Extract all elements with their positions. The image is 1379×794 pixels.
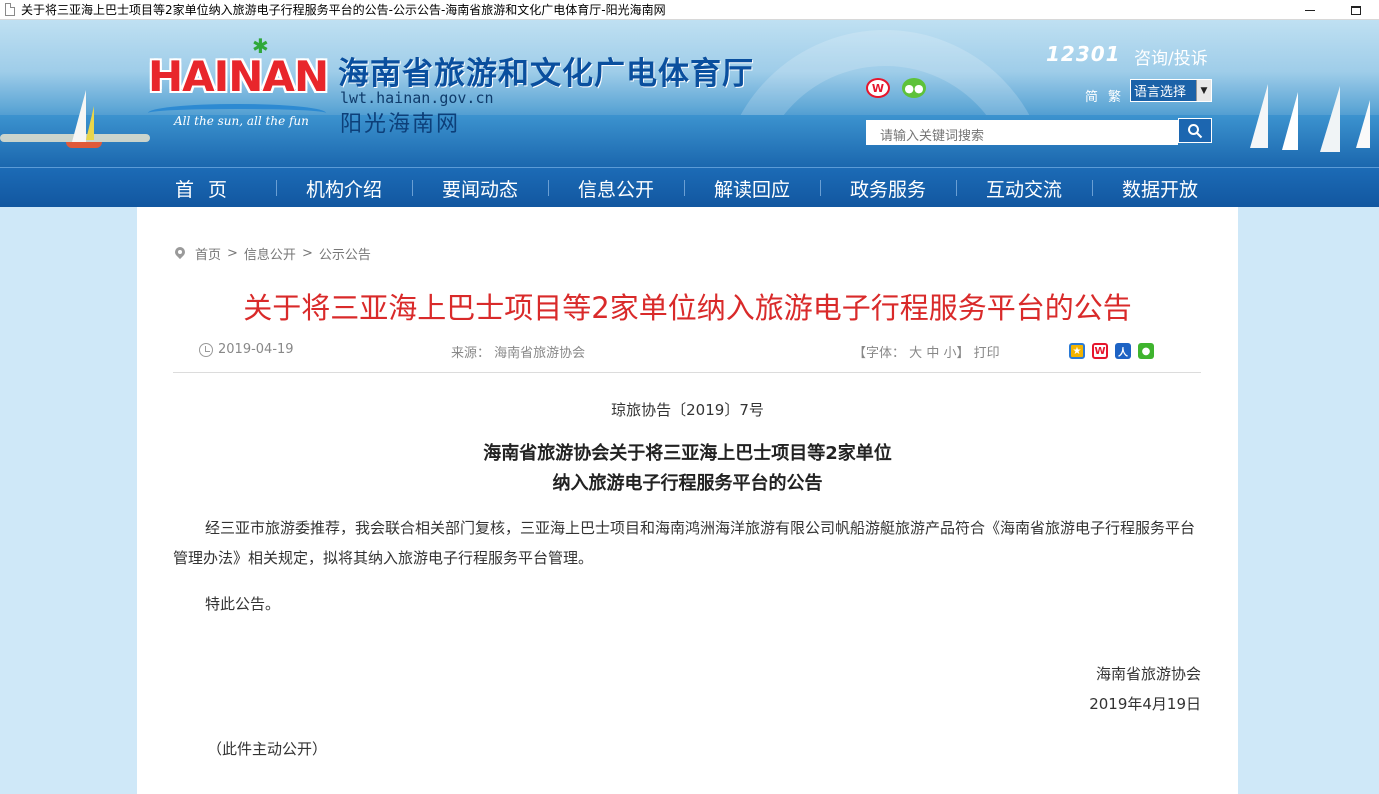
qzone-share-icon[interactable]: ★	[1069, 343, 1085, 359]
article-subtitle: 海南省旅游协会关于将三亚海上巴士项目等2家单位 纳入旅游电子行程服务平台的公告	[137, 439, 1238, 499]
font-large-button[interactable]: 大	[909, 346, 922, 361]
language-links: 简 繁	[1085, 86, 1121, 105]
wechat-icon[interactable]: ●●	[902, 78, 926, 98]
article-source: 来源： 海南省旅游协会	[451, 342, 585, 361]
logo-slogan: All the sun, all the fun	[174, 114, 309, 128]
article-container: 首页 > 信息公开 > 公示公告 关于将三亚海上巴士项目等2家单位纳入旅游电子行…	[137, 207, 1238, 794]
breadcrumb-home[interactable]: 首页	[195, 244, 221, 263]
maximize-icon	[1351, 5, 1361, 15]
font-small-button[interactable]: 小	[943, 346, 956, 361]
breadcrumb-separator: >	[301, 246, 313, 261]
article-title: 关于将三亚海上巴士项目等2家单位纳入旅游电子行程服务平台的公告	[243, 291, 1132, 325]
nav-item-open-data[interactable]: 数据开放	[1092, 168, 1228, 208]
simplified-chinese-link[interactable]: 简	[1085, 86, 1098, 105]
publish-date: 2019-04-19	[199, 342, 294, 357]
article-subtitle-line-2: 纳入旅游电子行程服务平台的公告	[552, 473, 823, 494]
font-size-controls: 【字体： 大 中 小】 打印	[853, 342, 1000, 361]
nav-item-home[interactable]: 首页	[140, 168, 276, 208]
page-icon	[5, 3, 15, 16]
minimize-button[interactable]	[1287, 0, 1333, 20]
weibo-share-icon[interactable]: W	[1092, 343, 1108, 359]
logo-wordmark: HAINAN	[148, 52, 329, 101]
disclosure-note: （此件主动公开）	[207, 740, 328, 758]
breadcrumb-disclosure[interactable]: 信息公开	[244, 244, 296, 263]
window-controls	[1287, 0, 1379, 20]
main-navigation: 首页 机构介绍 要闻动态 信息公开 解读回应 政务服务 互动交流 数据开放	[0, 167, 1379, 207]
font-medium-button[interactable]: 中	[926, 346, 939, 361]
social-links: W ●●	[866, 78, 926, 98]
wechat-share-icon[interactable]: ●	[1138, 343, 1154, 359]
article-paragraph: 经三亚市旅游委推荐，我会联合相关部门复核，三亚海上巴士项目和海南鸿洲海洋旅游有限…	[173, 519, 1196, 567]
font-size-prefix: 【字体：	[853, 346, 906, 361]
print-button[interactable]: 打印	[974, 346, 1000, 361]
sailboat-decoration	[86, 106, 94, 140]
hotline-number: 12301	[1046, 42, 1121, 66]
document-number: 琼旅协告〔2019〕7号	[611, 401, 764, 419]
search-button[interactable]	[1178, 118, 1212, 143]
location-pin-icon	[175, 247, 185, 260]
site-name[interactable]: 海南省旅游和文化广电体育厅	[338, 48, 754, 93]
language-select-value: 语言选择	[1134, 85, 1187, 100]
sailboat-hull	[66, 142, 102, 148]
signature-organization: 海南省旅游协会	[1095, 665, 1201, 683]
renren-share-icon[interactable]: 人	[1115, 343, 1131, 359]
window-title: 关于将三亚海上巴士项目等2家单位纳入旅游电子行程服务平台的公告-公示公告-海南省…	[21, 3, 666, 17]
consult-complaint-link[interactable]: 咨询/投诉	[1134, 44, 1208, 69]
publish-date-value: 2019-04-19	[218, 342, 294, 357]
nav-item-interaction[interactable]: 互动交流	[956, 168, 1092, 208]
article-meta: 2019-04-19 来源： 海南省旅游协会 【字体： 大 中 小】 打印 ★ …	[173, 339, 1201, 373]
source-value: 海南省旅游协会	[494, 346, 586, 361]
source-label: 来源：	[451, 346, 491, 361]
breadcrumb-separator: >	[227, 246, 238, 261]
traditional-chinese-link[interactable]: 繁	[1108, 86, 1121, 105]
clock-icon	[199, 342, 213, 357]
sailboat-decoration	[1250, 84, 1268, 148]
share-buttons: ★ W 人 ●	[1069, 343, 1154, 359]
nav-item-news[interactable]: 要闻动态	[412, 168, 548, 208]
breadcrumb: 首页 > 信息公开 > 公示公告	[175, 244, 371, 263]
nav-item-interpretation[interactable]: 解读回应	[684, 168, 820, 208]
search-input[interactable]	[866, 120, 1178, 145]
window-titlebar: 关于将三亚海上巴士项目等2家单位纳入旅游电子行程服务平台的公告-公示公告-海南省…	[0, 0, 1379, 20]
site-logo[interactable]: ✱ HAINAN All the sun, all the fun	[144, 36, 334, 136]
language-select[interactable]: 语言选择 ▼	[1130, 79, 1212, 102]
font-size-suffix: 】	[956, 346, 970, 361]
chevron-down-icon: ▼	[1196, 80, 1211, 101]
sailboat-decoration	[1320, 86, 1340, 152]
nav-item-organization[interactable]: 机构介绍	[276, 168, 412, 208]
site-subtitle: 阳光海南网	[340, 112, 461, 137]
article-paragraph: 特此公告。	[205, 595, 281, 613]
nav-item-services[interactable]: 政务服务	[820, 168, 956, 208]
sailboat-decoration	[1356, 100, 1370, 148]
signature-date: 2019年4月19日	[1089, 695, 1201, 713]
sailboat-decoration	[72, 90, 86, 142]
sailboat-decoration	[1282, 92, 1298, 150]
weibo-icon[interactable]: W	[866, 78, 890, 98]
minimize-icon	[1305, 9, 1315, 11]
maximize-button[interactable]	[1333, 0, 1379, 20]
breadcrumb-notices[interactable]: 公示公告	[319, 244, 371, 263]
article-subtitle-line-1: 海南省旅游协会关于将三亚海上巴士项目等2家单位	[483, 443, 892, 464]
search-icon	[1188, 123, 1203, 138]
site-url: lwt.hainan.gov.cn	[340, 89, 494, 107]
nav-item-disclosure[interactable]: 信息公开	[548, 168, 684, 208]
